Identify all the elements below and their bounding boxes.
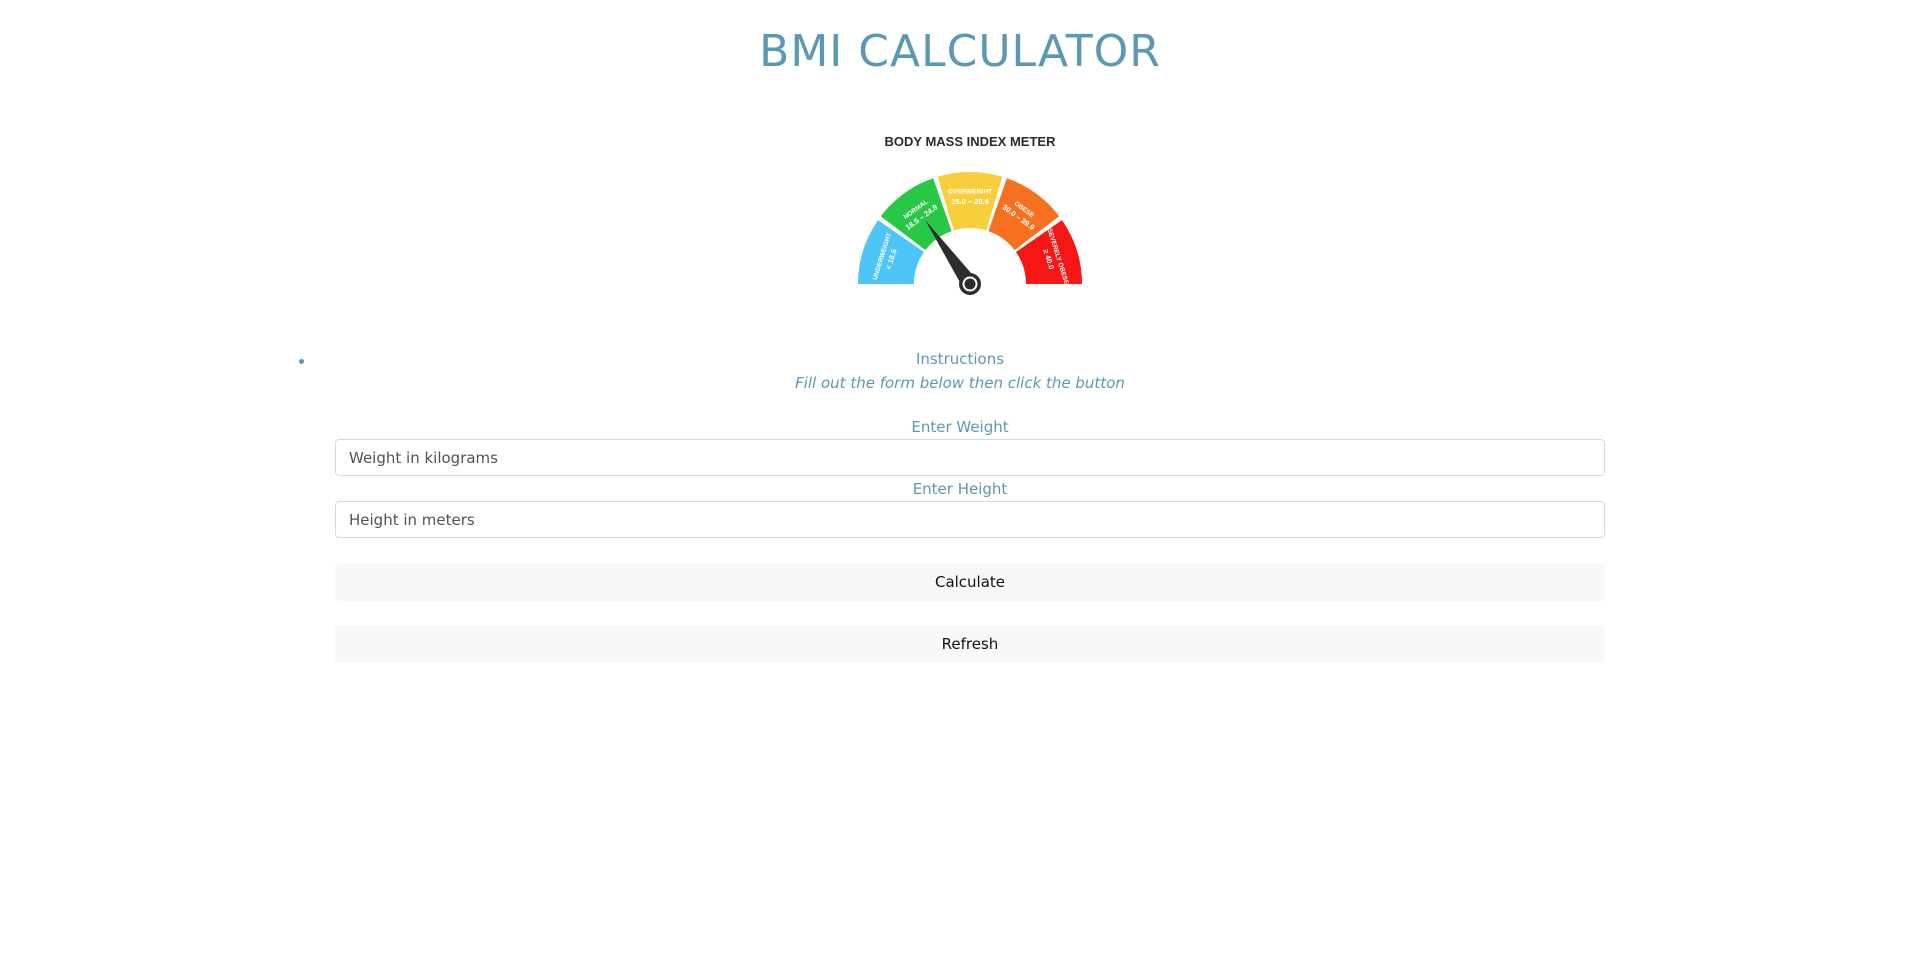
gauge-needle [925, 220, 981, 295]
instructions-title: Instructions [915, 350, 1005, 368]
meter-title: BODY MASS INDEX METER [884, 134, 1056, 149]
weight-input[interactable] [335, 439, 1605, 476]
instructions-text: Fill out the form below then click the b… [795, 374, 1125, 392]
page-title: BMI CALCULATOR [759, 26, 1161, 77]
height-input[interactable] [335, 501, 1605, 538]
segment-name-label: OVERWEIGHT [948, 189, 992, 196]
segment-range-label: 25.0 – 29.9 [951, 197, 989, 206]
bmi-meter: BODY MASS INDEX METER UNDERWEIGHT < 18.5 N… [852, 132, 1088, 302]
height-label: Enter Height [912, 480, 1008, 498]
weight-label: Enter Weight [911, 418, 1009, 436]
bmi-gauge: UNDERWEIGHT< 18.5NORMAL18.5 – 24.9OVERWE… [858, 172, 1082, 295]
calculate-button[interactable]: Calculate [335, 563, 1605, 601]
refresh-button[interactable]: Refresh [335, 625, 1605, 663]
